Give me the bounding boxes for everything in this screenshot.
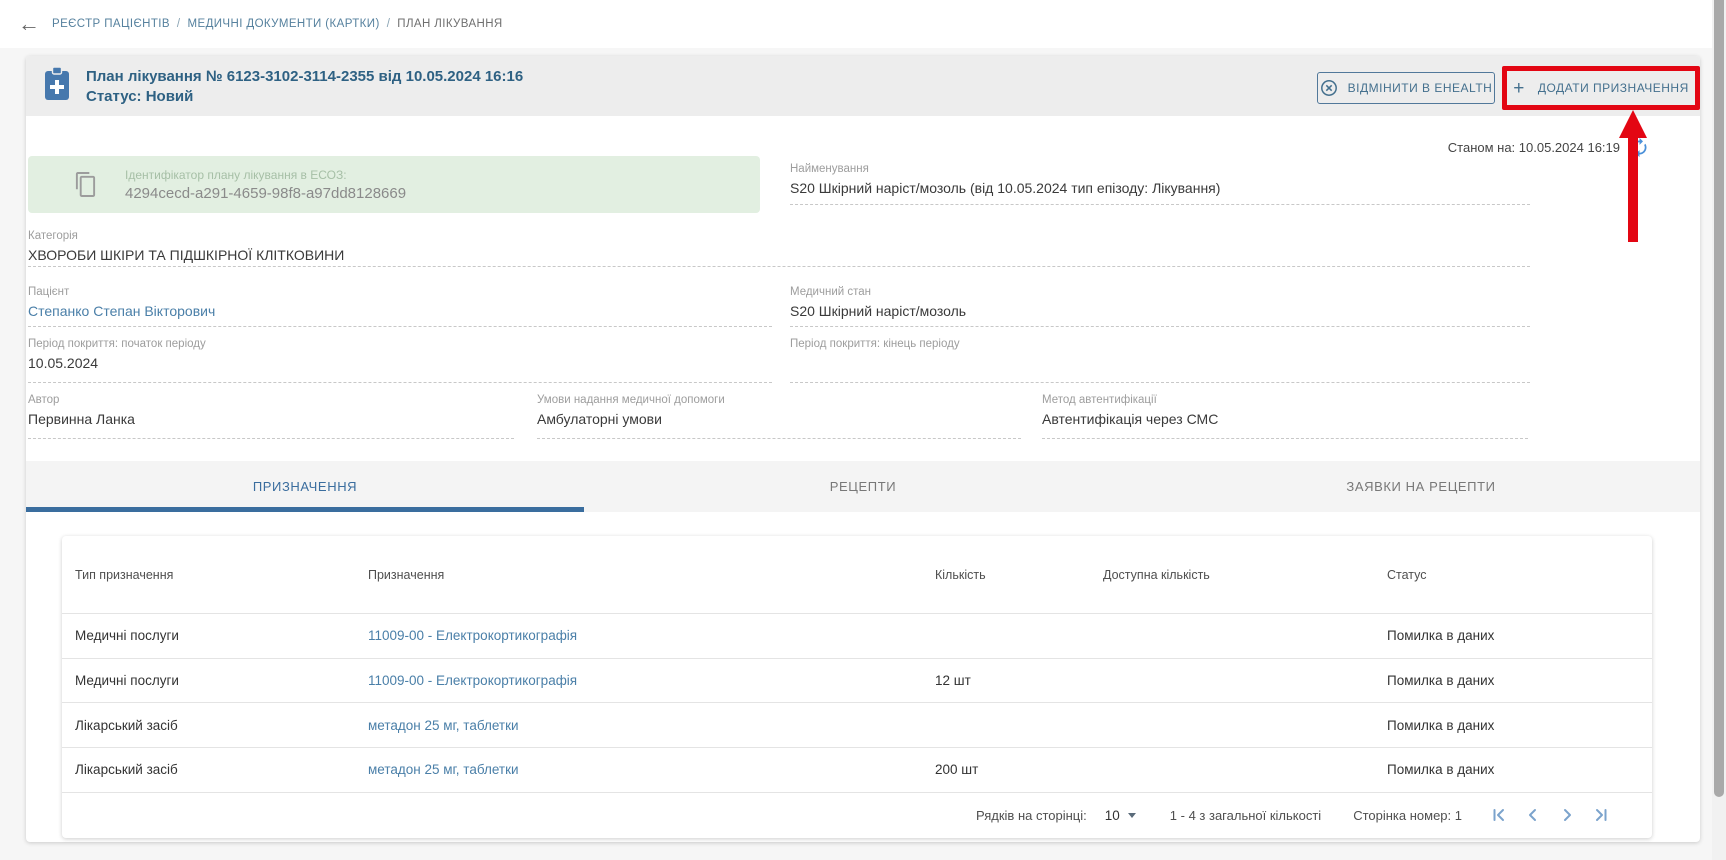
breadcrumb-patients-registry[interactable]: РЕЄСТР ПАЦІЄНТІВ [52, 18, 170, 30]
plus-icon: + [1513, 79, 1525, 98]
cell-type: Лікарський засіб [75, 762, 368, 777]
cell-type: Медичні послуги [75, 628, 368, 643]
field-category: Категорія ХВОРОБИ ШКІРИ ТА ПІДШКІРНОЇ КЛ… [28, 229, 1530, 267]
clipboard-plus-icon [42, 66, 72, 107]
col-header-quantity: Кількість [935, 568, 1103, 582]
caret-down-icon [1128, 813, 1136, 818]
copy-icon[interactable] [74, 171, 97, 198]
first-page-icon[interactable] [1490, 806, 1508, 824]
cell-quantity: 12 шт [935, 673, 1103, 688]
circle-x-icon [1320, 79, 1338, 97]
cancel-in-ehealth-button[interactable]: ВІДМІНИТИ В EHEALTH [1317, 72, 1495, 104]
pagination-bar: Рядків на сторінці: 10 1 - 4 з загальної… [62, 792, 1652, 838]
table-row: Медичні послуги 11009-00 - Електрокортик… [62, 613, 1652, 658]
annotation-highlight-box: + ДОДАТИ ПРИЗНАЧЕННЯ [1502, 66, 1700, 110]
breadcrumb: РЕЄСТР ПАЦІЄНТІВ / МЕДИЧНІ ДОКУМЕНТИ (КА… [52, 18, 503, 30]
cell-type: Медичні послуги [75, 673, 368, 688]
cell-assignment-link[interactable]: метадон 25 мг, таблетки [368, 718, 935, 733]
col-header-status: Статус [1387, 568, 1652, 582]
table-row: Медичні послуги 11009-00 - Електрокортик… [62, 658, 1652, 703]
field-auth-method: Метод автентифікації Автентифікація чере… [1042, 393, 1528, 439]
esoz-identifier-box: Ідентифікатор плану лікування в ЕСОЗ: 42… [28, 156, 760, 213]
breadcrumb-separator: / [177, 18, 181, 30]
field-period-start: Період покриття: початок періоду 10.05.2… [28, 337, 772, 383]
field-author: Автор Первинна Ланка [28, 393, 514, 439]
page-scrollbar [1712, 0, 1726, 860]
identifier-value: 4294cecd-a291-4659-98f8-a97dd8128669 [125, 185, 406, 202]
identifier-label: Ідентифікатор плану лікування в ЕСОЗ: [125, 168, 406, 182]
breadcrumb-medical-documents[interactable]: МЕДИЧНІ ДОКУМЕНТИ (КАРТКИ) [188, 18, 380, 30]
table-row: Лікарський засіб метадон 25 мг, таблетки… [62, 702, 1652, 747]
table-header-row: Тип призначення Призначення Кількість До… [62, 536, 1652, 613]
field-care-conditions: Умови надання медичної допомоги Амбулато… [537, 393, 1021, 439]
prescriptions-table-card: Тип призначення Призначення Кількість До… [62, 536, 1652, 838]
treatment-plan-card: План лікування № 6123-3102-3114-2355 від… [26, 56, 1700, 842]
patient-link[interactable]: Степанко Степан Вікторович [28, 303, 772, 320]
breadcrumb-treatment-plan: ПЛАН ЛІКУВАННЯ [397, 18, 502, 30]
cell-status: Помилка в даних [1387, 762, 1652, 777]
field-period-end: Період покриття: кінець періоду [790, 337, 1530, 383]
page-title: План лікування № 6123-3102-3114-2355 від… [86, 68, 523, 85]
add-prescription-button[interactable]: + ДОДАТИ ПРИЗНАЧЕННЯ [1507, 71, 1695, 105]
cell-quantity: 200 шт [935, 762, 1103, 777]
col-header-available: Доступна кількість [1103, 568, 1387, 582]
last-page-icon[interactable] [1592, 806, 1610, 824]
card-header-band: План лікування № 6123-3102-3114-2355 від… [26, 56, 1700, 116]
col-header-type: Тип призначення [75, 568, 368, 582]
field-medical-condition: Медичний стан S20 Шкірний наріст/мозоль [790, 285, 1530, 327]
pagination-page-number: Сторінка номер: 1 [1353, 808, 1462, 823]
rows-per-page-select[interactable]: 10 [1105, 808, 1136, 823]
cell-status: Помилка в даних [1387, 718, 1652, 733]
tab-prescriptions[interactable]: ПРИЗНАЧЕННЯ [26, 461, 584, 512]
back-arrow-icon[interactable]: ← [18, 13, 40, 35]
chevron-left-icon[interactable] [1524, 806, 1542, 824]
cell-status: Помилка в даних [1387, 673, 1652, 688]
scrollbar-thumb[interactable] [1714, 0, 1724, 797]
cell-assignment-link[interactable]: 11009-00 - Електрокортикографія [368, 673, 935, 688]
cell-assignment-link[interactable]: 11009-00 - Електрокортикографія [368, 628, 935, 643]
tab-bar: ПРИЗНАЧЕННЯ РЕЦЕПТИ ЗАЯВКИ НА РЕЦЕПТИ [26, 461, 1700, 512]
field-name: Найменування S20 Шкірний наріст/мозоль (… [790, 162, 1530, 205]
field-patient: Пацієнт Степанко Степан Вікторович [28, 285, 772, 327]
as-of-label: Станом на: 10.05.2024 16:19 [1448, 140, 1620, 155]
cell-type: Лікарський засіб [75, 718, 368, 733]
tab-recipes[interactable]: РЕЦЕПТИ [584, 461, 1142, 512]
table-row: Лікарський засіб метадон 25 мг, таблетки… [62, 747, 1652, 792]
cell-assignment-link[interactable]: метадон 25 мг, таблетки [368, 762, 935, 777]
breadcrumb-separator: / [387, 18, 391, 30]
col-header-assignment: Призначення [368, 568, 935, 582]
cell-status: Помилка в даних [1387, 628, 1652, 643]
tab-recipe-requests[interactable]: ЗАЯВКИ НА РЕЦЕПТИ [1142, 461, 1700, 512]
annotation-arrow [1616, 108, 1650, 249]
breadcrumb-bar: ← РЕЄСТР ПАЦІЄНТІВ / МЕДИЧНІ ДОКУМЕНТИ (… [0, 0, 1726, 48]
chevron-right-icon[interactable] [1558, 806, 1576, 824]
status-text: Статус: Новий [86, 88, 523, 105]
table-body: Медичні послуги 11009-00 - Електрокортик… [62, 613, 1652, 792]
rows-per-page-label: Рядків на сторінці: [976, 808, 1087, 823]
pagination-range: 1 - 4 з загальної кількості [1170, 808, 1321, 823]
